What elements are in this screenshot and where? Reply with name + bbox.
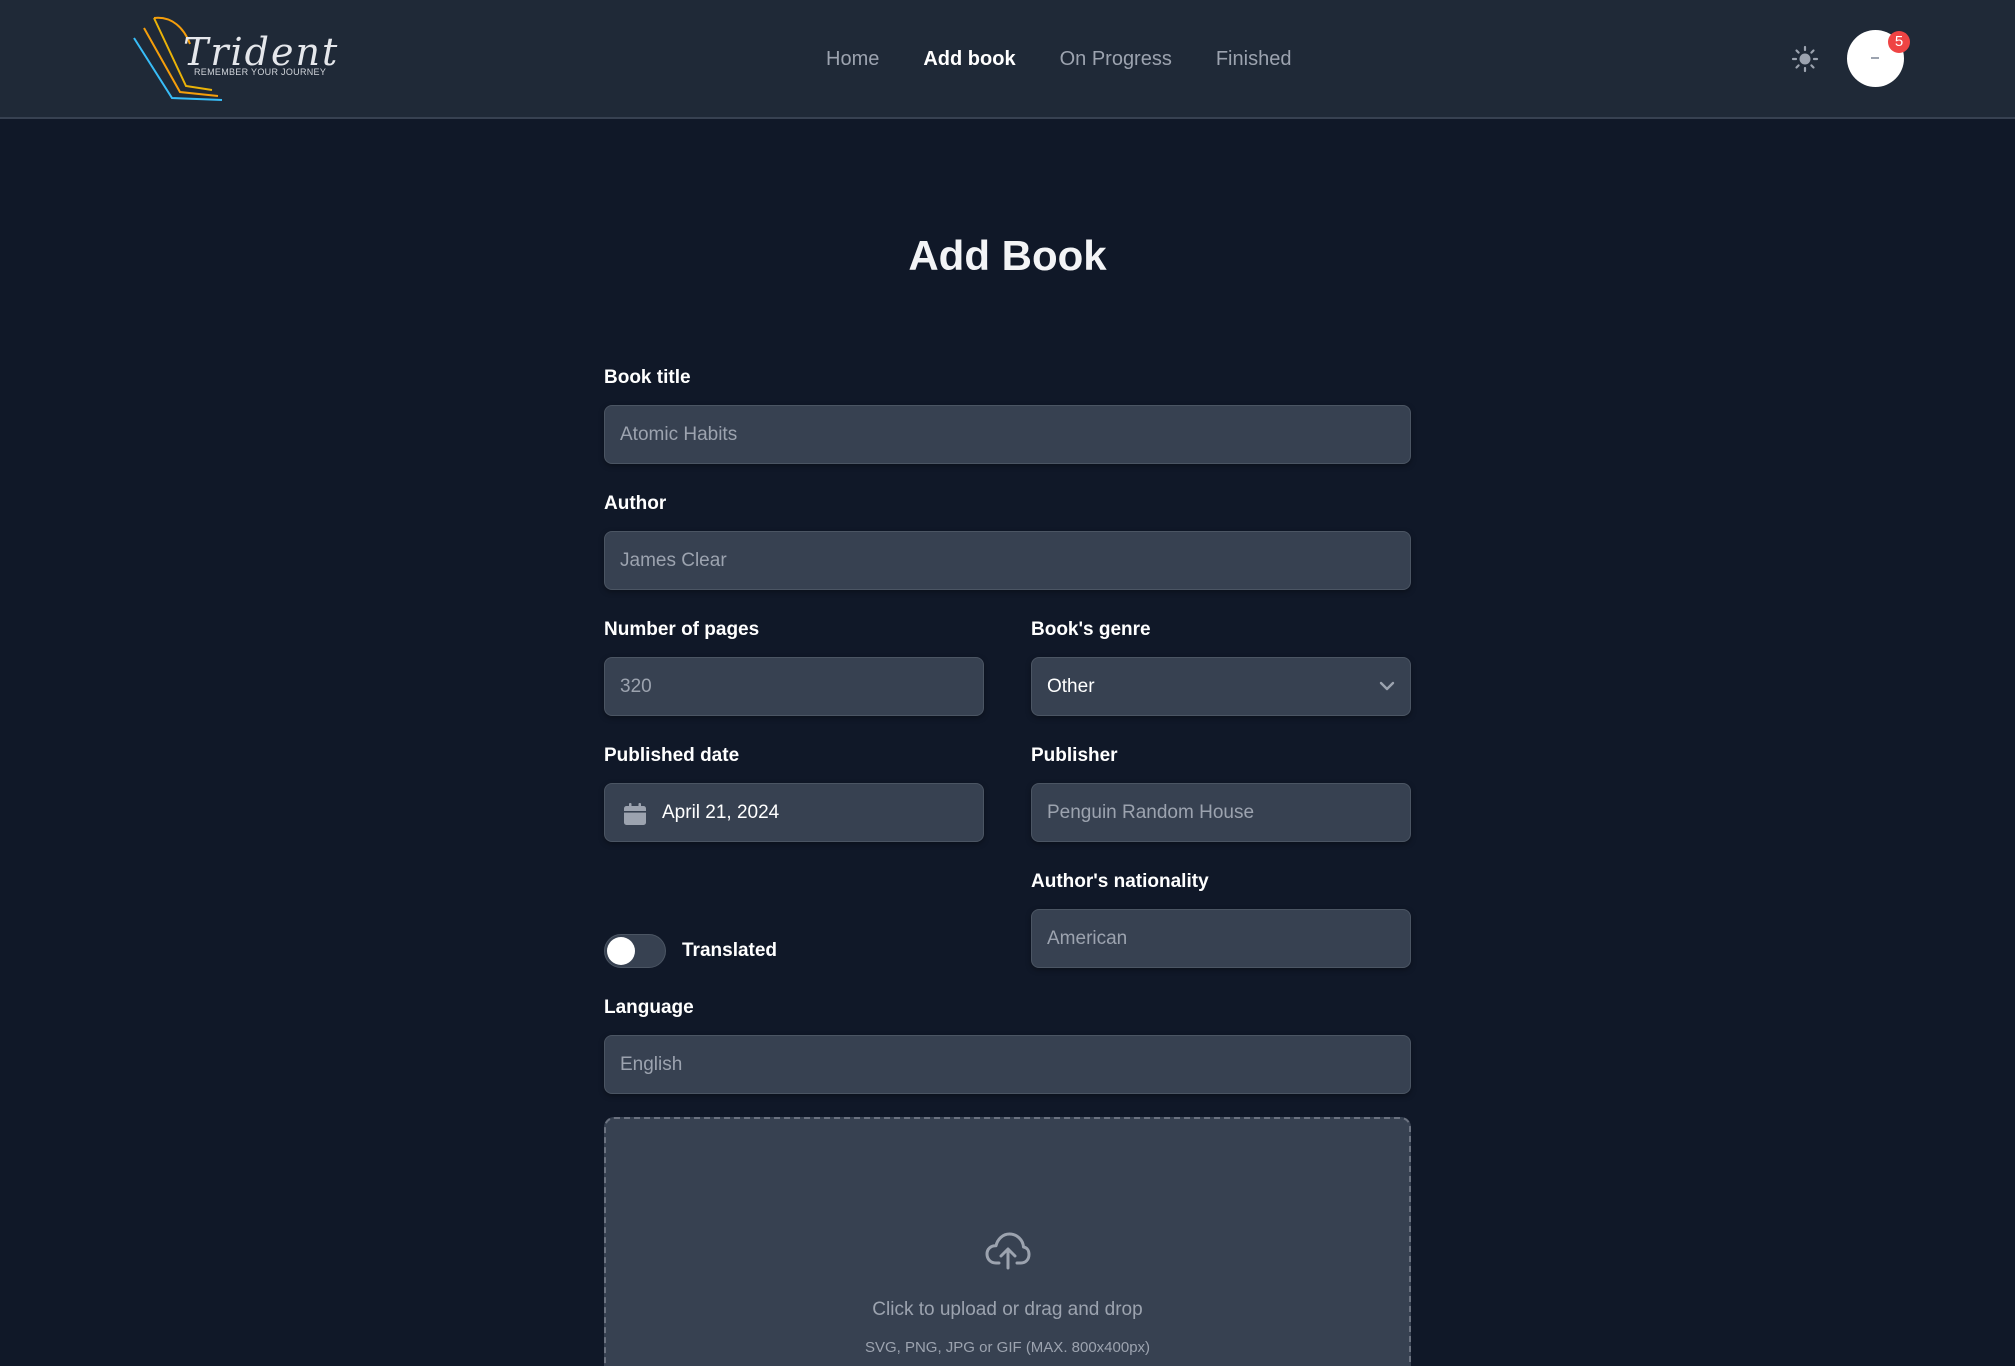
nav-link-add-book[interactable]: Add book (923, 44, 1015, 74)
published-date-value: April 21, 2024 (662, 802, 780, 823)
book-title-label: Book title (604, 367, 691, 388)
pages-label: Number of pages (604, 619, 760, 640)
toggle-knob (607, 937, 635, 965)
pages-input[interactable] (604, 657, 984, 716)
language-label: Language (604, 997, 694, 1018)
upload-instructions: Click to upload or drag and drop (872, 1299, 1143, 1320)
publisher-label: Publisher (1031, 745, 1118, 766)
published-date-label: Published date (604, 745, 740, 766)
publisher-input[interactable] (1031, 783, 1411, 842)
avatar-image (1871, 57, 1879, 59)
author-label: Author (604, 493, 667, 514)
chevron-down-icon (1379, 681, 1395, 691)
cloud-upload-icon (985, 1232, 1031, 1270)
author-input[interactable] (604, 531, 1411, 590)
translated-label: Translated (682, 940, 778, 961)
sun-icon (1791, 45, 1819, 73)
main-nav: Home Add book On Progress Finished (826, 44, 1291, 74)
nationality-label: Author's nationality (1031, 871, 1209, 892)
theme-toggle-button[interactable] (1791, 45, 1819, 73)
upload-file-hint: SVG, PNG, JPG or GIF (MAX. 800x400px) (864, 1339, 1151, 1356)
genre-select[interactable]: Other (1031, 657, 1411, 716)
cover-upload-dropzone[interactable]: Click to upload or drag and drop SVG, PN… (604, 1117, 1411, 1366)
translated-toggle[interactable] (604, 934, 666, 968)
book-title-input[interactable] (604, 405, 1411, 464)
genre-label: Book's genre (1031, 619, 1151, 640)
language-input[interactable] (604, 1035, 1411, 1094)
nationality-input[interactable] (1031, 909, 1411, 968)
published-date-picker[interactable]: April 21, 2024 (604, 783, 984, 842)
notification-badge: 5 (1888, 31, 1910, 53)
genre-selected-value: Other (1047, 676, 1095, 697)
nav-link-finished[interactable]: Finished (1216, 44, 1292, 74)
nav-link-on-progress[interactable]: On Progress (1060, 44, 1172, 74)
brand-logo[interactable]: Trident REMEMBER YOUR JOURNEY (132, 14, 337, 104)
page-title: Add Book (908, 232, 1107, 279)
navbar: Trident REMEMBER YOUR JOURNEY Home Add b… (0, 0, 2015, 119)
nav-link-home[interactable]: Home (826, 44, 879, 74)
brand-tagline: REMEMBER YOUR JOURNEY (194, 67, 327, 77)
calendar-icon (624, 803, 646, 825)
